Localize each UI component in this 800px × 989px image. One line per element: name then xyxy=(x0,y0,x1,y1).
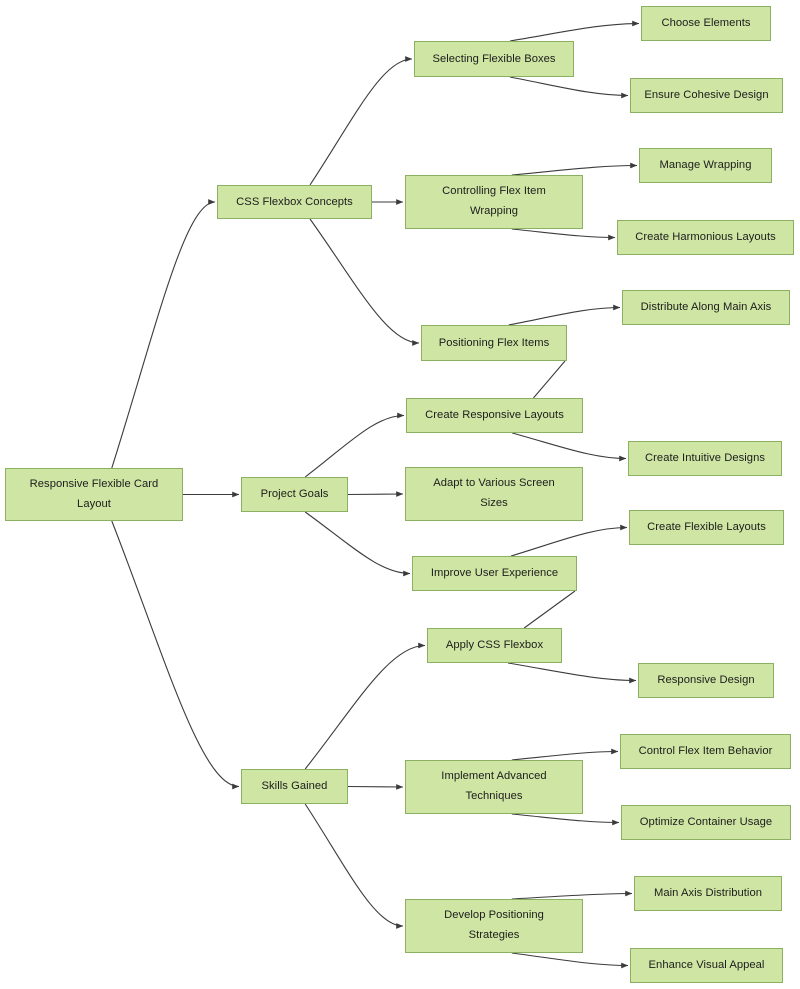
edge-b3-c8 xyxy=(347,784,404,790)
edge-c7-d8 xyxy=(507,662,637,684)
edge-b3-c9 xyxy=(304,803,404,929)
node-c8[interactable]: Implement Advanced Techniques xyxy=(405,760,583,814)
edge-b2-c6 xyxy=(304,511,411,577)
edge-c4-d6 xyxy=(512,432,627,462)
root-node[interactable]: Responsive Flexible Card Layout xyxy=(5,468,183,521)
node-d1[interactable]: Choose Elements xyxy=(641,6,771,41)
node-d6[interactable]: Create Intuitive Designs xyxy=(628,441,782,476)
mind-map-diagram: Responsive Flexible Card Layout CSS Flexb… xyxy=(0,0,800,989)
edge-b3-c7 xyxy=(304,642,426,770)
node-d5[interactable]: Distribute Along Main Axis xyxy=(622,290,790,325)
node-c4[interactable]: Create Responsive Layouts xyxy=(406,398,583,433)
node-d3[interactable]: Manage Wrapping xyxy=(639,148,772,183)
edge-b1-c3 xyxy=(309,218,420,346)
edge-root-b3 xyxy=(111,520,240,790)
edge-c8-d9 xyxy=(511,748,619,761)
edge-b1-c1 xyxy=(309,56,413,186)
edge-b2-c4 xyxy=(304,412,405,478)
node-c5[interactable]: Adapt to Various Screen Sizes xyxy=(405,467,583,521)
edge-root-b1 xyxy=(111,199,216,469)
edge-c2-d3 xyxy=(511,162,638,176)
edge-b2-c5 xyxy=(347,491,404,497)
edge-c6-d7 xyxy=(510,524,628,557)
edge-c2-d4 xyxy=(511,228,616,241)
node-d12[interactable]: Enhance Visual Appeal xyxy=(630,948,783,983)
node-b1[interactable]: CSS Flexbox Concepts xyxy=(217,185,372,219)
node-d7[interactable]: Create Flexible Layouts xyxy=(629,510,784,545)
node-d2[interactable]: Ensure Cohesive Design xyxy=(630,78,783,113)
node-c2[interactable]: Controlling Flex Item Wrapping xyxy=(405,175,583,229)
node-c6[interactable]: Improve User Experience xyxy=(412,556,577,591)
node-c1[interactable]: Selecting Flexible Boxes xyxy=(414,41,574,77)
node-c7[interactable]: Apply CSS Flexbox xyxy=(427,628,562,663)
node-b3[interactable]: Skills Gained xyxy=(241,769,348,804)
edge-c3-d5 xyxy=(508,304,621,326)
node-d11[interactable]: Main Axis Distribution xyxy=(634,876,782,911)
edge-c6-c7 xyxy=(523,590,576,629)
edge-c9-d12 xyxy=(511,952,629,969)
node-c3[interactable]: Positioning Flex Items xyxy=(421,325,567,361)
node-d8[interactable]: Responsive Design xyxy=(638,663,774,698)
node-d10[interactable]: Optimize Container Usage xyxy=(621,805,791,840)
edge-c1-d2 xyxy=(509,76,629,99)
node-d9[interactable]: Control Flex Item Behavior xyxy=(620,734,791,769)
node-c9[interactable]: Develop Positioning Strategies xyxy=(405,899,583,953)
edge-c3-c4 xyxy=(533,360,566,399)
edge-c8-d10 xyxy=(511,813,620,826)
edge-c1-d1 xyxy=(509,20,640,42)
node-d4[interactable]: Create Harmonious Layouts xyxy=(617,220,794,255)
node-b2[interactable]: Project Goals xyxy=(241,477,348,512)
